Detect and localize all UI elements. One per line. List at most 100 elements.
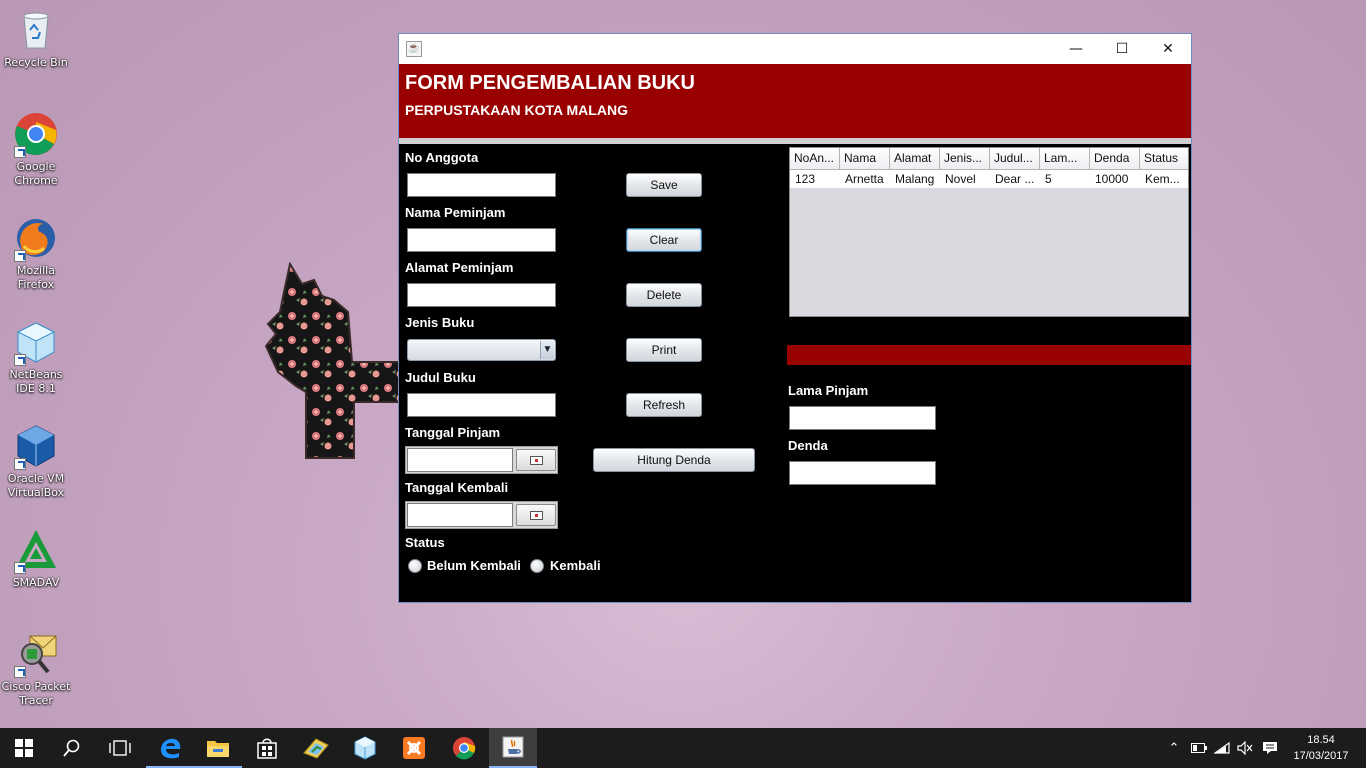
desktop-icon-google-chrome[interactable]: Google Chrome	[0, 112, 72, 188]
minimize-button[interactable]: —	[1053, 34, 1099, 64]
tanggal-pinjam-field[interactable]	[407, 448, 513, 472]
file-manager-icon	[303, 738, 329, 759]
netbeans-icon	[14, 320, 58, 366]
chevron-down-icon[interactable]: ▼	[540, 341, 554, 359]
table-cell[interactable]: Novel	[940, 170, 990, 188]
desktop-icon-label: Oracle VM VirtualBox	[7, 472, 65, 499]
desktop-icon-label: SMADAV	[12, 576, 60, 589]
tanggal-pinjam-label: Tanggal Pinjam	[405, 425, 501, 440]
taskbar-file-explorer[interactable]	[194, 728, 242, 768]
table-row[interactable]: 123 Arnetta Malang Novel Dear ... 5 1000…	[790, 170, 1188, 188]
xampp-icon	[403, 737, 425, 759]
battery-button[interactable]	[1188, 728, 1210, 768]
maximize-button[interactable]: ☐	[1099, 34, 1145, 64]
task-view-icon	[109, 740, 131, 756]
chrome-icon	[453, 737, 476, 760]
desktop-icon-smadav[interactable]: SMADAV	[0, 528, 72, 590]
show-hidden-icons-button[interactable]: ⌃	[1164, 728, 1184, 768]
column-header[interactable]: Lam...	[1040, 148, 1090, 170]
clock-date: 17/03/2017	[1293, 750, 1349, 762]
lama-pinjam-field[interactable]	[789, 406, 936, 430]
clear-button[interactable]: Clear	[626, 228, 702, 252]
taskbar-store[interactable]	[243, 728, 291, 768]
kembali-radio[interactable]	[530, 559, 544, 573]
tanggal-kembali-field[interactable]	[407, 503, 513, 527]
column-header[interactable]: Status	[1140, 148, 1188, 170]
column-header[interactable]: Nama	[840, 148, 890, 170]
alamat-peminjam-field[interactable]	[407, 283, 556, 307]
tanggal-pinjam-datepicker	[405, 446, 558, 474]
taskbar-xampp[interactable]	[390, 728, 438, 768]
desktop-icon-label: NetBeans IDE 8.1	[9, 368, 63, 395]
desktop-icon-cisco-packet-tracer[interactable]: Cisco Packet Tracer	[0, 632, 72, 708]
java-icon: ☕	[406, 41, 422, 57]
table-cell[interactable]: Dear ...	[990, 170, 1040, 188]
hitung-denda-button[interactable]: Hitung Denda	[593, 448, 755, 472]
peminjaman-table[interactable]: NoAn... Nama Alamat Jenis... Judul... La…	[789, 147, 1189, 317]
window-titlebar[interactable]: ☕ — ☐ ✕	[399, 34, 1191, 64]
column-header[interactable]: Jenis...	[940, 148, 990, 170]
save-button[interactable]: Save	[626, 173, 702, 197]
taskbar-java-app[interactable]	[489, 728, 537, 768]
shortcut-arrow-icon	[14, 666, 26, 678]
wifi-icon	[1214, 742, 1230, 754]
column-header[interactable]: Judul...	[990, 148, 1040, 170]
red-divider-bar	[787, 345, 1191, 365]
belum-kembali-radio[interactable]	[408, 559, 422, 573]
taskbar-chrome[interactable]	[440, 728, 488, 768]
refresh-button[interactable]: Refresh	[626, 393, 702, 417]
volume-button[interactable]	[1234, 728, 1256, 768]
desktop-icon-virtualbox[interactable]: Oracle VM VirtualBox	[0, 424, 72, 500]
form-subtitle: PERPUSTAKAAN KOTA MALANG	[405, 102, 628, 118]
desktop-icon-recycle-bin[interactable]: Recycle Bin	[0, 8, 72, 70]
app-window: ☕ — ☐ ✕ FORM PENGEMBALIAN BUKU PERPUSTAK…	[398, 33, 1192, 603]
shortcut-arrow-icon	[14, 354, 26, 366]
desktop-decoration-image	[262, 261, 403, 462]
table-cell[interactable]: Kem...	[1140, 170, 1188, 188]
taskbar-netbeans[interactable]	[341, 728, 389, 768]
table-cell[interactable]: 123	[790, 170, 840, 188]
jenis-buku-dropdown[interactable]: ▼	[407, 339, 556, 361]
tanggal-kembali-calendar-button[interactable]	[516, 504, 556, 526]
nama-peminjam-label: Nama Peminjam	[405, 205, 506, 220]
judul-buku-field[interactable]	[407, 393, 556, 417]
taskbar-file-manager[interactable]	[292, 728, 340, 768]
desktop-icon-mozilla-firefox[interactable]: Mozilla Firefox	[0, 216, 72, 292]
battery-icon	[1191, 743, 1207, 753]
desktop-icon-label: Cisco Packet Tracer	[1, 680, 71, 707]
store-icon	[257, 738, 277, 759]
column-header[interactable]: Denda	[1090, 148, 1140, 170]
jenis-buku-label: Jenis Buku	[405, 315, 475, 330]
network-button[interactable]	[1211, 728, 1233, 768]
delete-button[interactable]: Delete	[626, 283, 702, 307]
tanggal-pinjam-calendar-button[interactable]	[516, 449, 556, 471]
table-cell[interactable]: 10000	[1090, 170, 1140, 188]
search-icon	[63, 739, 80, 757]
taskbar-edge[interactable]	[146, 728, 194, 768]
lama-pinjam-label: Lama Pinjam	[788, 383, 869, 398]
notification-icon	[1263, 742, 1277, 754]
search-button[interactable]	[48, 728, 96, 768]
nama-peminjam-field[interactable]	[407, 228, 556, 252]
start-button[interactable]	[0, 728, 48, 768]
volume-muted-icon	[1237, 741, 1253, 755]
table-cell[interactable]: 5	[1040, 170, 1090, 188]
judul-buku-label: Judul Buku	[405, 370, 476, 385]
print-button[interactable]: Print	[626, 338, 702, 362]
taskbar-clock[interactable]: 18.54 17/03/2017	[1286, 732, 1356, 764]
no-anggota-field[interactable]	[407, 173, 556, 197]
close-button[interactable]: ✕	[1145, 34, 1191, 64]
kembali-label: Kembali	[550, 558, 601, 573]
desktop-icon-netbeans[interactable]: NetBeans IDE 8.1	[0, 320, 72, 396]
task-view-button[interactable]	[96, 728, 144, 768]
table-cell[interactable]: Arnetta	[840, 170, 890, 188]
denda-field[interactable]	[789, 461, 936, 485]
smadav-icon	[14, 528, 58, 574]
column-header[interactable]: NoAn...	[790, 148, 840, 170]
no-anggota-label: No Anggota	[405, 150, 479, 165]
java-icon	[502, 736, 524, 758]
table-cell[interactable]: Malang	[890, 170, 940, 188]
column-header[interactable]: Alamat	[890, 148, 940, 170]
chrome-icon	[14, 112, 58, 158]
action-center-button[interactable]	[1258, 728, 1282, 768]
